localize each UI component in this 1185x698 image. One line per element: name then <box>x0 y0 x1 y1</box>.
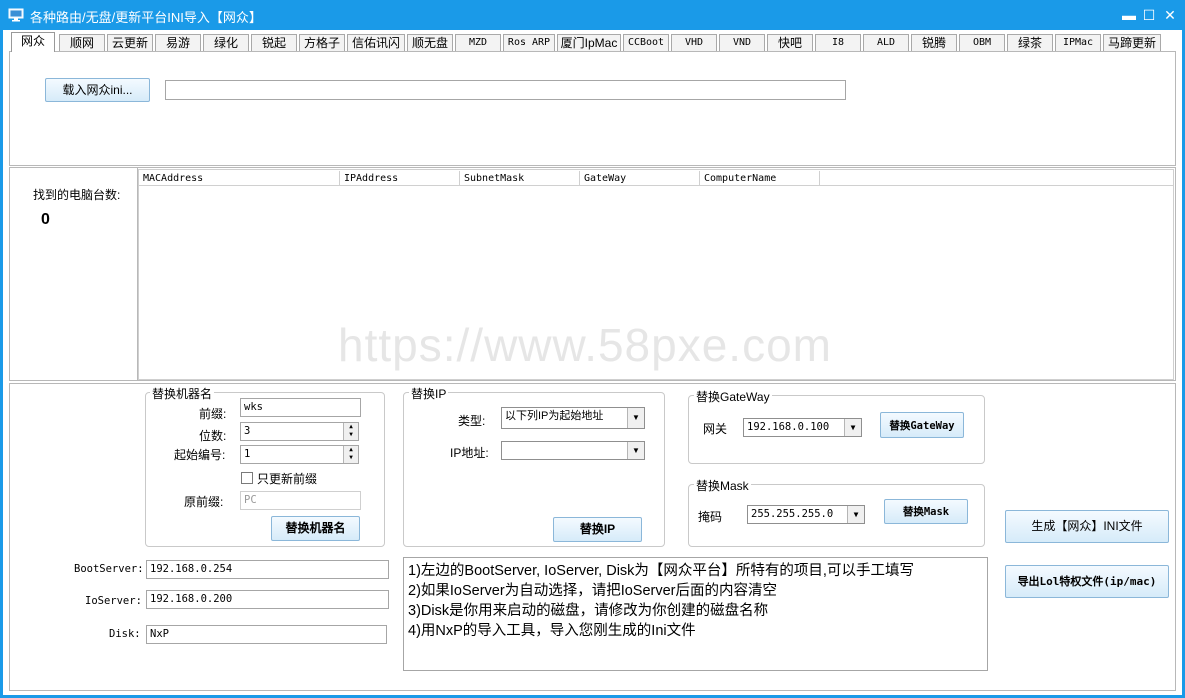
load-ini-button[interactable]: 载入网众ini... <box>45 78 150 102</box>
tab-kuaiba[interactable]: 快吧 <box>767 34 813 51</box>
tab-lvcha[interactable]: 绿茶 <box>1007 34 1053 51</box>
watermark-text: https://www.58pxe.com <box>338 319 832 371</box>
only-prefix-label: 只更新前缀 <box>257 472 318 486</box>
column-header-ip[interactable]: IPAddress <box>340 171 460 186</box>
column-header-subnet[interactable]: SubnetMask <box>460 171 580 186</box>
column-header-mac[interactable]: MACAddress <box>139 171 340 186</box>
tab-vnd[interactable]: VND <box>719 34 765 51</box>
tab-obm[interactable]: OBM <box>959 34 1005 51</box>
ioserver-field[interactable]: 192.168.0.200 <box>146 590 389 609</box>
mask-group-title: 替换Mask <box>694 477 751 494</box>
ioserver-label: IoServer: <box>85 595 142 607</box>
tab-yiyou[interactable]: 易游 <box>155 34 201 51</box>
gateway-label: 网关 <box>703 422 728 436</box>
found-count-value: 0 <box>41 211 50 228</box>
replace-mask-button[interactable]: 替换Mask <box>884 499 968 524</box>
tab-ros-arp[interactable]: Ros ARP <box>503 34 555 51</box>
export-lol-button[interactable]: 导出Lol特权文件(ip/mac) <box>1005 565 1169 598</box>
start-number-value: 1 <box>244 448 251 460</box>
ip-type-value: 以下列IP为起始地址 <box>505 410 604 422</box>
tab-xiamen-ipmac[interactable]: 厦门IpMac <box>557 34 621 51</box>
replace-ip-button[interactable]: 替换IP <box>553 517 642 542</box>
bootserver-field[interactable]: 192.168.0.254 <box>146 560 389 579</box>
ip-address-label: IP地址: <box>450 446 489 460</box>
mask-dropdown[interactable]: 255.255.255.0 ▼ <box>747 505 865 524</box>
start-number-stepper[interactable]: 1 ▲ ▼ <box>240 445 359 464</box>
replace-name-button[interactable]: 替换机器名 <box>271 516 360 541</box>
digits-stepper[interactable]: 3 ▲ ▼ <box>240 422 359 441</box>
mask-label: 掩码 <box>698 510 723 524</box>
tab-ipmac[interactable]: IPMac <box>1055 34 1101 51</box>
start-number-label: 起始编号: <box>174 448 226 462</box>
column-header-gateway[interactable]: GateWay <box>580 171 700 186</box>
tab-shunwupan[interactable]: 顺无盘 <box>407 34 453 51</box>
chevron-down-icon[interactable]: ▼ <box>847 506 864 523</box>
digits-value: 3 <box>244 425 251 437</box>
instruction-line: 2)如果IoServer为自动选择，请把IoServer后面的内容清空 <box>408 583 777 599</box>
ip-type-dropdown[interactable]: 以下列IP为起始地址 ▼ <box>501 407 645 429</box>
spin-arrows-icon[interactable]: ▲ ▼ <box>343 423 358 440</box>
load-panel <box>9 51 1176 166</box>
generate-ini-button[interactable]: 生成【网众】INI文件 <box>1005 510 1169 543</box>
app-monitor-icon <box>8 7 24 23</box>
chevron-down-icon[interactable]: ▼ <box>627 408 644 428</box>
chevron-down-icon[interactable]: ▼ <box>844 419 861 436</box>
tab-ruiqi[interactable]: 锐起 <box>251 34 297 51</box>
spin-arrows-icon[interactable]: ▲ ▼ <box>343 446 358 463</box>
tab-fanggezi[interactable]: 方格子 <box>299 34 345 51</box>
tab-mzd[interactable]: MZD <box>455 34 501 51</box>
column-header-computername[interactable]: ComputerName <box>700 171 820 186</box>
tab-i8[interactable]: I8 <box>815 34 861 51</box>
ip-address-dropdown[interactable]: ▼ <box>501 441 645 460</box>
tab-mati-gengxin[interactable]: 马蹄更新 <box>1103 34 1161 51</box>
chevron-down-icon[interactable]: ▼ <box>627 442 644 459</box>
tab-ccboot[interactable]: CCBoot <box>623 34 669 51</box>
mask-value: 255.255.255.0 <box>751 508 834 520</box>
tab-ald[interactable]: ALD <box>863 34 909 51</box>
column-header-filler <box>820 171 1173 186</box>
instruction-line: 1)左边的BootServer, IoServer, Disk为【网众平台】所特… <box>408 563 914 579</box>
orig-prefix-field: PC <box>240 491 361 510</box>
bootserver-label: BootServer: <box>74 563 144 575</box>
instructions-box[interactable]: 1)左边的BootServer, IoServer, Disk为【网众平台】所特… <box>403 557 988 671</box>
tab-vhd[interactable]: VHD <box>671 34 717 51</box>
tab-ruiteng[interactable]: 锐腾 <box>911 34 957 51</box>
tab-yungengxin[interactable]: 云更新 <box>107 34 153 51</box>
gateway-group-title: 替换GateWay <box>694 388 772 405</box>
found-count-label: 找到的电脑台数: <box>33 188 121 202</box>
replace-ip-title: 替换IP <box>409 385 449 402</box>
gateway-value: 192.168.0.100 <box>747 421 830 433</box>
tab-wangzhong[interactable]: 网众 <box>11 32 55 52</box>
only-prefix-checkbox[interactable] <box>241 472 253 484</box>
instruction-line: 3)Disk是你用来启动的磁盘，请修改为你创建的磁盘名称 <box>408 603 769 619</box>
instruction-line: 4)用NxP的导入工具，导入您刚生成的Ini文件 <box>408 623 696 639</box>
replace-gateway-button[interactable]: 替换GateWay <box>880 412 964 438</box>
disk-field[interactable]: NxP <box>146 625 387 644</box>
close-button[interactable]: ✕ <box>1158 0 1182 30</box>
digits-label: 位数: <box>199 429 227 443</box>
prefix-label: 前缀: <box>199 407 227 421</box>
gateway-dropdown[interactable]: 192.168.0.100 ▼ <box>743 418 862 437</box>
disk-label: Disk: <box>109 628 141 640</box>
ini-path-field[interactable] <box>165 80 846 100</box>
tab-xinyouxunshan[interactable]: 信佑讯闪 <box>347 34 405 51</box>
prefix-field[interactable]: wks <box>240 398 361 417</box>
tab-shunwang[interactable]: 顺网 <box>59 34 105 51</box>
window-title: 各种路由/无盘/更新平台INI导入【网众】 <box>30 10 262 25</box>
tab-lvhua[interactable]: 绿化 <box>203 34 249 51</box>
rename-group-title: 替换机器名 <box>150 385 215 402</box>
window-frame <box>0 30 3 698</box>
orig-prefix-label: 原前缀: <box>184 495 224 509</box>
ip-type-label: 类型: <box>458 414 486 428</box>
